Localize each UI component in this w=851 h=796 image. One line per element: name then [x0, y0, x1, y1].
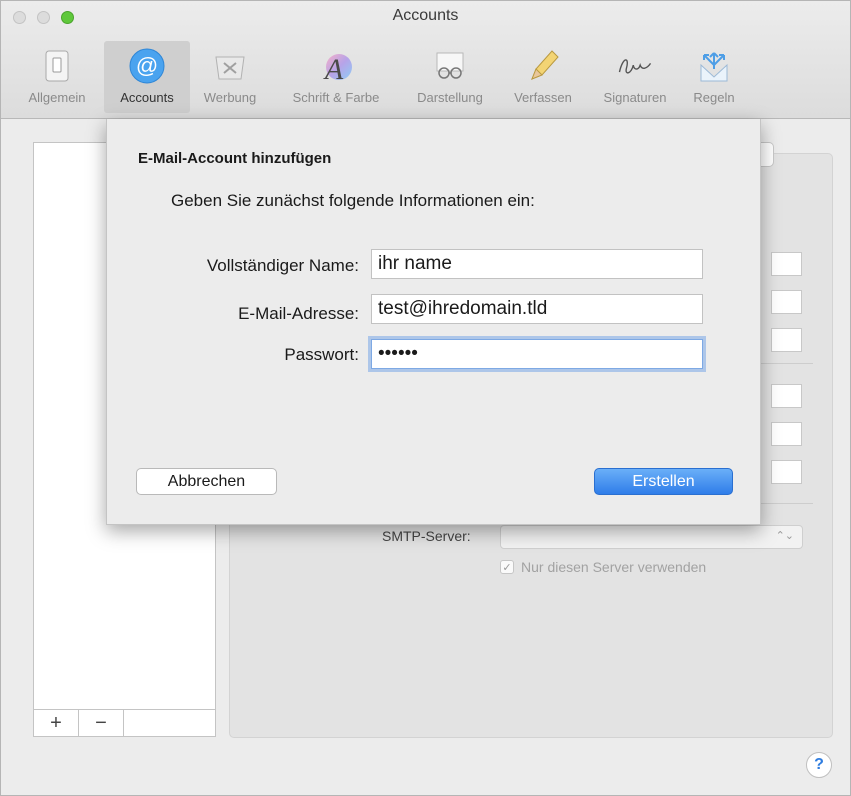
- only-server-option[interactable]: ✓ Nur diesen Server verwenden: [500, 559, 706, 575]
- tab-werbung[interactable]: Werbung: [194, 41, 266, 113]
- tab-signaturen[interactable]: Signaturen: [589, 41, 681, 113]
- signature-icon: [616, 47, 654, 85]
- sheet-subtitle: Geben Sie zunächst folgende Informatione…: [171, 191, 535, 210]
- tab-verfassen[interactable]: Verfassen: [501, 41, 585, 113]
- tab-label: Werbung: [203, 90, 257, 105]
- glasses-icon: [431, 47, 469, 85]
- tab-label: Allgemein: [28, 90, 86, 105]
- accounts-list-footer: + −: [33, 709, 216, 737]
- chevron-updown-icon: ⌃⌄: [775, 530, 794, 542]
- password-label: Passwort:: [284, 345, 359, 364]
- tab-regeln[interactable]: Regeln: [685, 41, 743, 113]
- smtp-server-select[interactable]: ⌃⌄: [500, 525, 803, 549]
- tab-accounts[interactable]: @ Accounts: [104, 41, 190, 113]
- svg-text:@: @: [136, 53, 158, 78]
- junk-tray-icon: [211, 47, 249, 85]
- window-title: Accounts: [392, 7, 459, 24]
- detail-field[interactable]: [771, 328, 802, 352]
- cancel-button[interactable]: Abbrechen: [136, 468, 277, 495]
- tab-darstellung[interactable]: Darstellung: [404, 41, 496, 113]
- add-account-button[interactable]: +: [34, 710, 79, 736]
- remove-account-button[interactable]: −: [79, 710, 124, 736]
- detail-field[interactable]: [771, 252, 802, 276]
- email-label: E-Mail-Adresse:: [238, 304, 359, 323]
- rules-arrows-icon: [695, 47, 733, 85]
- tab-label: Verfassen: [514, 90, 572, 105]
- tab-label: Accounts: [120, 90, 174, 105]
- only-server-checkbox[interactable]: ✓: [500, 560, 514, 574]
- tab-allgemein[interactable]: Allgemein: [15, 41, 99, 113]
- name-input[interactable]: [371, 249, 703, 279]
- preferences-window: Accounts Allgemein @ Accounts Werbung A …: [0, 0, 851, 796]
- create-button[interactable]: Erstellen: [594, 468, 733, 495]
- tab-schrift-farbe[interactable]: A Schrift & Farbe: [271, 41, 401, 113]
- svg-text:A: A: [323, 53, 344, 85]
- detail-field[interactable]: [771, 460, 802, 484]
- font-color-icon: A: [317, 47, 355, 85]
- tab-label: Signaturen: [603, 90, 667, 105]
- smtp-server-label: SMTP-Server:: [382, 528, 471, 544]
- password-input[interactable]: [371, 339, 703, 369]
- add-account-sheet: E-Mail-Account hinzufügen Geben Sie zunä…: [106, 119, 761, 525]
- sheet-title: E-Mail-Account hinzufügen: [138, 150, 332, 167]
- toolbar: Accounts Allgemein @ Accounts Werbung A …: [1, 1, 850, 119]
- detail-field[interactable]: [771, 290, 802, 314]
- email-input[interactable]: [371, 294, 703, 324]
- detail-field[interactable]: [771, 422, 802, 446]
- detail-field[interactable]: [771, 384, 802, 408]
- tab-label: Darstellung: [417, 90, 483, 105]
- tab-label: Schrift & Farbe: [292, 90, 380, 105]
- tab-label: Regeln: [693, 90, 735, 105]
- help-button[interactable]: ?: [806, 752, 832, 778]
- only-server-label: Nur diesen Server verwenden: [521, 559, 707, 575]
- pencil-icon: [524, 47, 562, 85]
- checkmark-icon: ✓: [502, 561, 512, 574]
- name-label: Vollständiger Name:: [206, 256, 359, 275]
- at-icon: @: [128, 47, 166, 85]
- switch-icon: [38, 47, 76, 85]
